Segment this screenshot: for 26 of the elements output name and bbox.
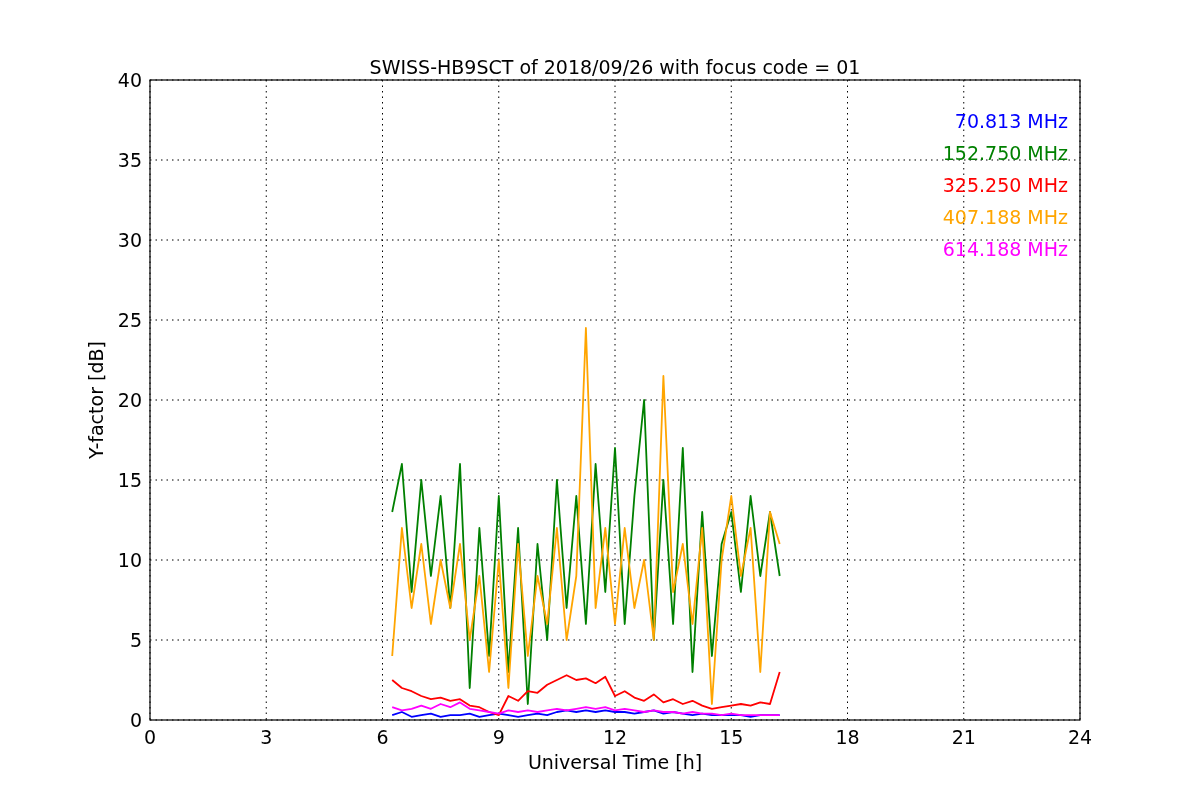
x-tick-label: 9 (492, 726, 505, 748)
y-tick-label: 25 (117, 309, 142, 331)
y-tick-label: 5 (129, 629, 142, 651)
y-tick-label: 20 (117, 389, 142, 411)
y-axis-title: Y-factor [dB] (85, 341, 107, 459)
y-tick-label: 30 (117, 229, 142, 251)
legend-label: 70.813 MHz (954, 110, 1068, 132)
x-tick-label: 3 (260, 726, 273, 748)
x-tick-label: 12 (602, 726, 628, 748)
legend-label: 152.750 MHz (942, 142, 1068, 164)
chart-title: SWISS-HB9SCT of 2018/09/26 with focus code = 01 (369, 56, 861, 78)
x-tick-label: 15 (719, 726, 744, 748)
x-tick-label: 6 (376, 726, 389, 748)
legend-label: 325.250 MHz (942, 174, 1068, 196)
x-axis-title: Universal Time [h] (527, 751, 703, 773)
y-tick-label: 15 (117, 469, 142, 491)
x-tick-label: 21 (951, 726, 976, 748)
y-tick-label: 0 (129, 709, 142, 731)
y-tick-label: 10 (117, 549, 142, 571)
x-tick-label: 24 (1067, 726, 1093, 748)
y-tick-label: 35 (117, 149, 142, 171)
x-tick-label: 0 (143, 726, 157, 748)
legend-label: 614.188 MHz (942, 238, 1068, 260)
x-tick-label: 18 (835, 726, 860, 748)
y-tick-label: 40 (117, 69, 142, 91)
legend-label: 407.188 MHz (942, 206, 1068, 228)
